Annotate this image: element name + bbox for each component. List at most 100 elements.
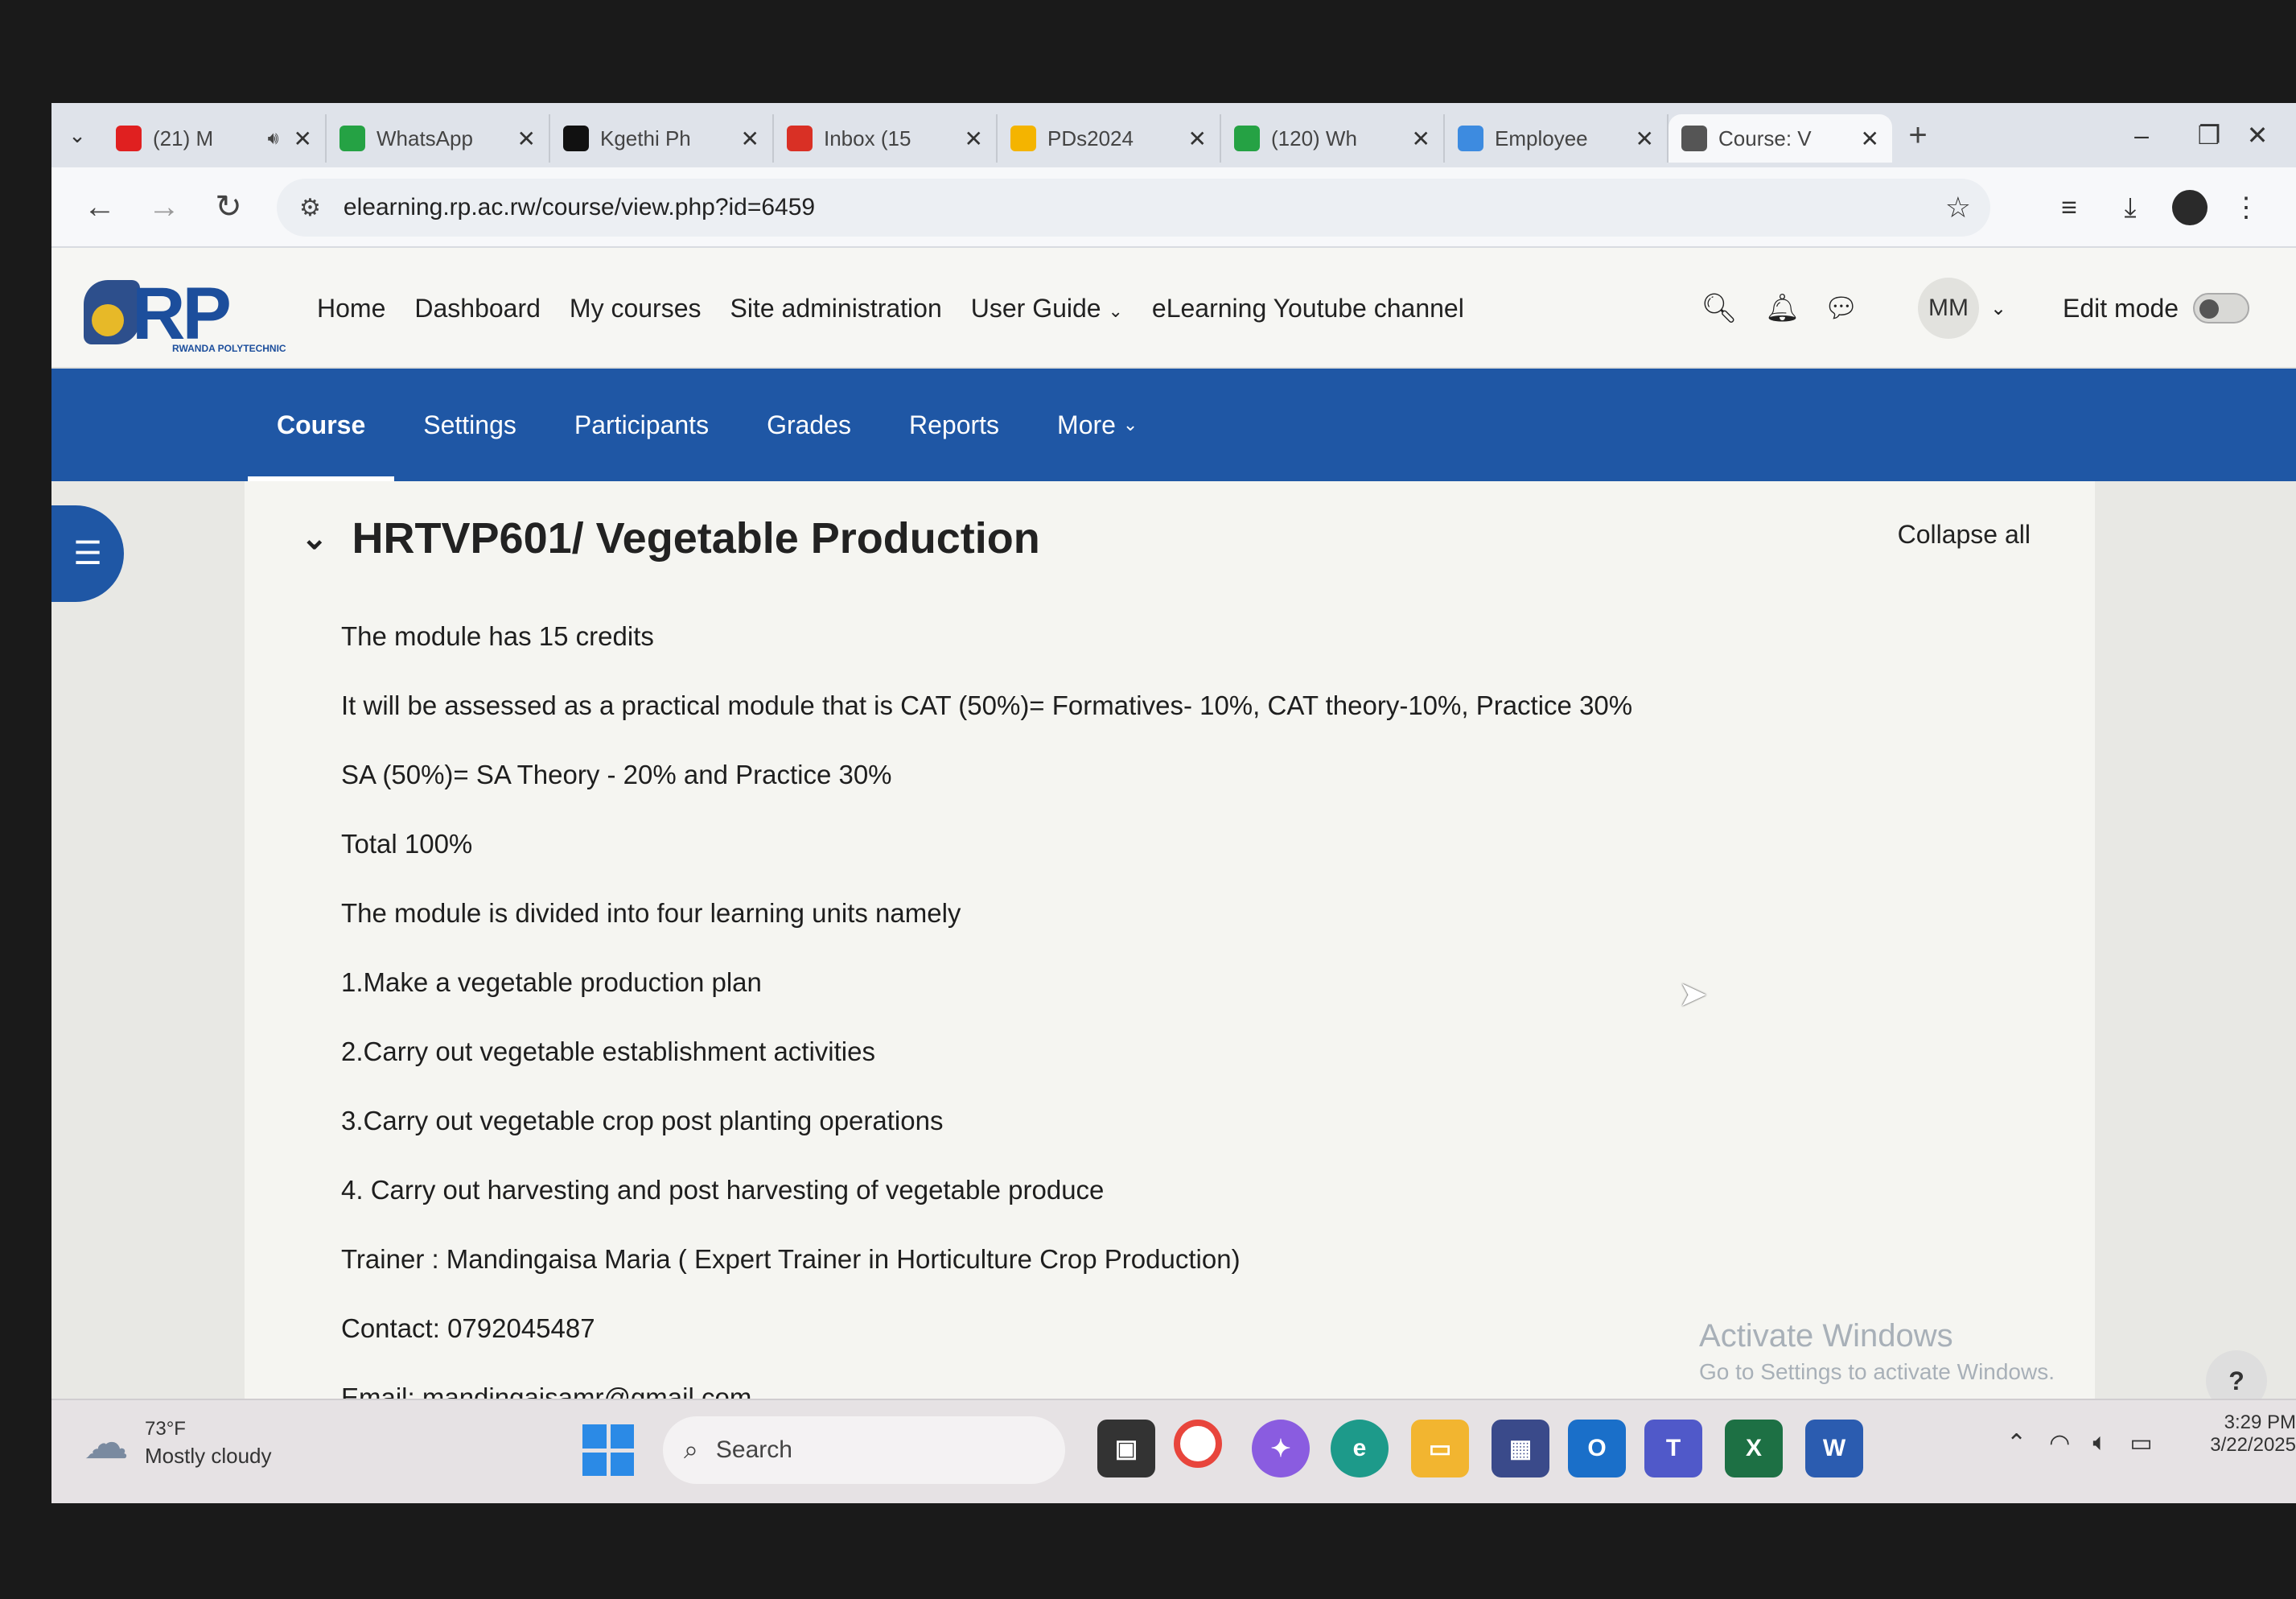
collapse-all-link[interactable]: Collapse all <box>1898 520 2031 550</box>
summary-line: 3.Carry out vegetable crop post planting… <box>341 1106 944 1135</box>
weather-temp: 73°F <box>145 1417 186 1440</box>
summary-line: 4. Carry out harvesting and post harvest… <box>341 1175 1105 1205</box>
nav-user-guide[interactable]: User Guide ⌄ <box>971 294 1123 324</box>
outlook-icon[interactable]: O <box>1568 1420 1626 1477</box>
task-view-icon[interactable]: ▣ <box>1097 1420 1155 1477</box>
weather-widget[interactable]: ☁ 73°F Mostly cloudy <box>84 1416 272 1469</box>
close-tab-icon[interactable]: ✕ <box>1412 126 1430 152</box>
download-icon[interactable]: ⤓ <box>2108 185 2153 230</box>
taskbar-search[interactable]: ⌕ Search <box>663 1416 1065 1484</box>
tab-grades[interactable]: Grades <box>738 369 880 481</box>
browser-tab[interactable]: Inbox (15 ✕ <box>774 114 998 163</box>
browser-tab[interactable]: (21) M 🔊︎ ✕ <box>103 114 327 163</box>
whatsapp-icon <box>1234 126 1260 151</box>
browser-tab[interactable]: PDs2024 ✕ <box>998 114 1221 163</box>
collapse-section-icon[interactable]: ⌄ <box>301 520 328 557</box>
summary-line: SA (50%)= SA Theory - 20% and Practice 3… <box>341 760 892 789</box>
teams-icon[interactable]: T <box>1644 1420 1702 1477</box>
logo-subtitle: RWANDA POLYTECHNIC <box>172 343 286 354</box>
list-icon: ☰ <box>73 536 102 571</box>
word-icon[interactable]: W <box>1805 1420 1863 1477</box>
section-summary: The module has 15 credits It will be asse… <box>341 602 1950 1432</box>
close-window-button[interactable]: ✕ <box>2219 103 2296 167</box>
site-info-icon[interactable]: ⚙ <box>299 194 321 222</box>
battery-icon[interactable]: ▭ <box>2129 1429 2152 1457</box>
minimize-button[interactable]: – <box>2103 103 2180 167</box>
reload-button[interactable]: ↻ <box>196 175 261 239</box>
windows-logo-pane <box>610 1424 634 1449</box>
volume-icon[interactable]: 🔈︎ <box>2092 1429 2107 1457</box>
clock[interactable]: 3:29 PM 3/22/2025 <box>2191 1411 2296 1457</box>
nav-my-courses[interactable]: My courses <box>570 294 702 324</box>
close-tab-icon[interactable]: ✕ <box>1861 126 1879 152</box>
wifi-icon[interactable]: ◠ <box>2049 1429 2070 1457</box>
course-index-toggle[interactable]: ☰ <box>51 505 124 602</box>
tab-more[interactable]: More ⌄ <box>1028 369 1167 481</box>
audio-playing-icon[interactable]: 🔊︎ <box>268 128 279 149</box>
browser-toolbar: ← → ↻ ⚙ elearning.rp.ac.rw/course/view.p… <box>51 167 2296 248</box>
edge-icon[interactable]: e <box>1331 1420 1389 1477</box>
taskbar-search-placeholder: Search <box>715 1436 792 1463</box>
bookmark-star-icon[interactable]: ☆ <box>1945 191 1971 225</box>
x-icon <box>563 126 589 151</box>
page-content: ☰ ⌄ HRTVP601/ Vegetable Production Colla… <box>51 481 2296 1412</box>
tab-title: Course: V <box>1718 126 1812 150</box>
browser-tab[interactable]: Employee ✕ <box>1445 114 1669 163</box>
store-icon[interactable]: ▦ <box>1492 1420 1549 1477</box>
notification-bell-icon[interactable]: 🔔︎ <box>1765 292 1800 324</box>
close-tab-icon[interactable]: ✕ <box>517 126 536 152</box>
windows-logo-pane <box>582 1452 607 1476</box>
messages-icon[interactable]: 💬︎ <box>1824 292 1858 324</box>
new-tab-button[interactable]: + <box>1892 117 1944 154</box>
chevron-down-icon[interactable]: ⌄ <box>1990 297 2006 320</box>
close-tab-icon[interactable]: ✕ <box>741 126 759 152</box>
tab-reports[interactable]: Reports <box>880 369 1028 481</box>
summary-line: Trainer : Mandingaisa Maria ( Expert Tra… <box>341 1244 1241 1274</box>
summary-line: The module is divided into four learning… <box>341 898 961 928</box>
browser-menu-icon[interactable]: ⋮ <box>2224 185 2269 230</box>
copilot-icon[interactable]: ✦ <box>1252 1420 1310 1477</box>
drive-icon <box>1010 126 1036 151</box>
file-explorer-icon[interactable]: ▭ <box>1411 1420 1469 1477</box>
nav-youtube-channel[interactable]: eLearning Youtube channel <box>1152 294 1464 324</box>
tab-title: (120) Wh <box>1271 126 1357 150</box>
close-tab-icon[interactable]: ✕ <box>1188 126 1207 152</box>
edit-mode-toggle[interactable] <box>2193 293 2250 324</box>
browser-tab[interactable]: WhatsApp ✕ <box>327 114 550 163</box>
profile-avatar[interactable] <box>2172 190 2208 225</box>
search-icon[interactable]: 🔍︎ <box>1701 291 1738 325</box>
tab-course[interactable]: Course <box>248 369 395 481</box>
tab-title: WhatsApp <box>376 126 473 150</box>
chrome-icon[interactable] <box>1174 1420 1222 1468</box>
nav-dashboard[interactable]: Dashboard <box>414 294 541 324</box>
browser-tab[interactable]: Course: V ✕ <box>1669 114 1892 163</box>
browser-tab[interactable]: Kgethi Ph ✕ <box>550 114 774 163</box>
close-tab-icon[interactable]: ✕ <box>1636 126 1654 152</box>
nav-site-administration[interactable]: Site administration <box>730 294 942 324</box>
activate-windows-watermark: Activate Windows Go to Settings to activ… <box>1699 1318 2055 1385</box>
forward-button[interactable]: → <box>132 175 196 239</box>
browser-tab[interactable]: (120) Wh ✕ <box>1221 114 1445 163</box>
tab-title: Inbox (15 <box>824 126 911 150</box>
address-bar[interactable]: ⚙ elearning.rp.ac.rw/course/view.php?id=… <box>277 179 1990 237</box>
close-tab-icon[interactable]: ✕ <box>965 126 983 152</box>
reading-list-icon[interactable]: ≡ <box>2047 185 2092 230</box>
site-logo[interactable]: RP RWANDA POLYTECHNIC <box>84 272 286 355</box>
excel-icon[interactable]: X <box>1725 1420 1783 1477</box>
start-button[interactable] <box>582 1424 634 1476</box>
tab-search-button[interactable]: ⌄ <box>51 103 103 167</box>
summary-line: It will be assessed as a practical modul… <box>341 690 1633 720</box>
user-avatar[interactable]: MM <box>1918 278 1979 339</box>
close-tab-icon[interactable]: ✕ <box>294 126 312 152</box>
tab-participants[interactable]: Participants <box>545 369 738 481</box>
nav-home[interactable]: Home <box>317 294 385 324</box>
course-navigation: Course Settings Participants Grades Repo… <box>51 369 2296 481</box>
weather-condition: Mostly cloudy <box>145 1443 272 1468</box>
back-button[interactable]: ← <box>68 175 132 239</box>
tab-strip: ⌄ (21) M 🔊︎ ✕ WhatsApp ✕ Kgethi Ph ✕ Inbox (15 ✕… <box>51 103 2296 167</box>
logo-emblem-accent <box>92 304 124 336</box>
chevron-up-icon[interactable]: ⌃ <box>2006 1429 2026 1457</box>
gmail-icon <box>787 126 813 151</box>
tab-settings[interactable]: Settings <box>394 369 545 481</box>
section-header: ⌄ HRTVP601/ Vegetable Production <box>301 513 1040 563</box>
